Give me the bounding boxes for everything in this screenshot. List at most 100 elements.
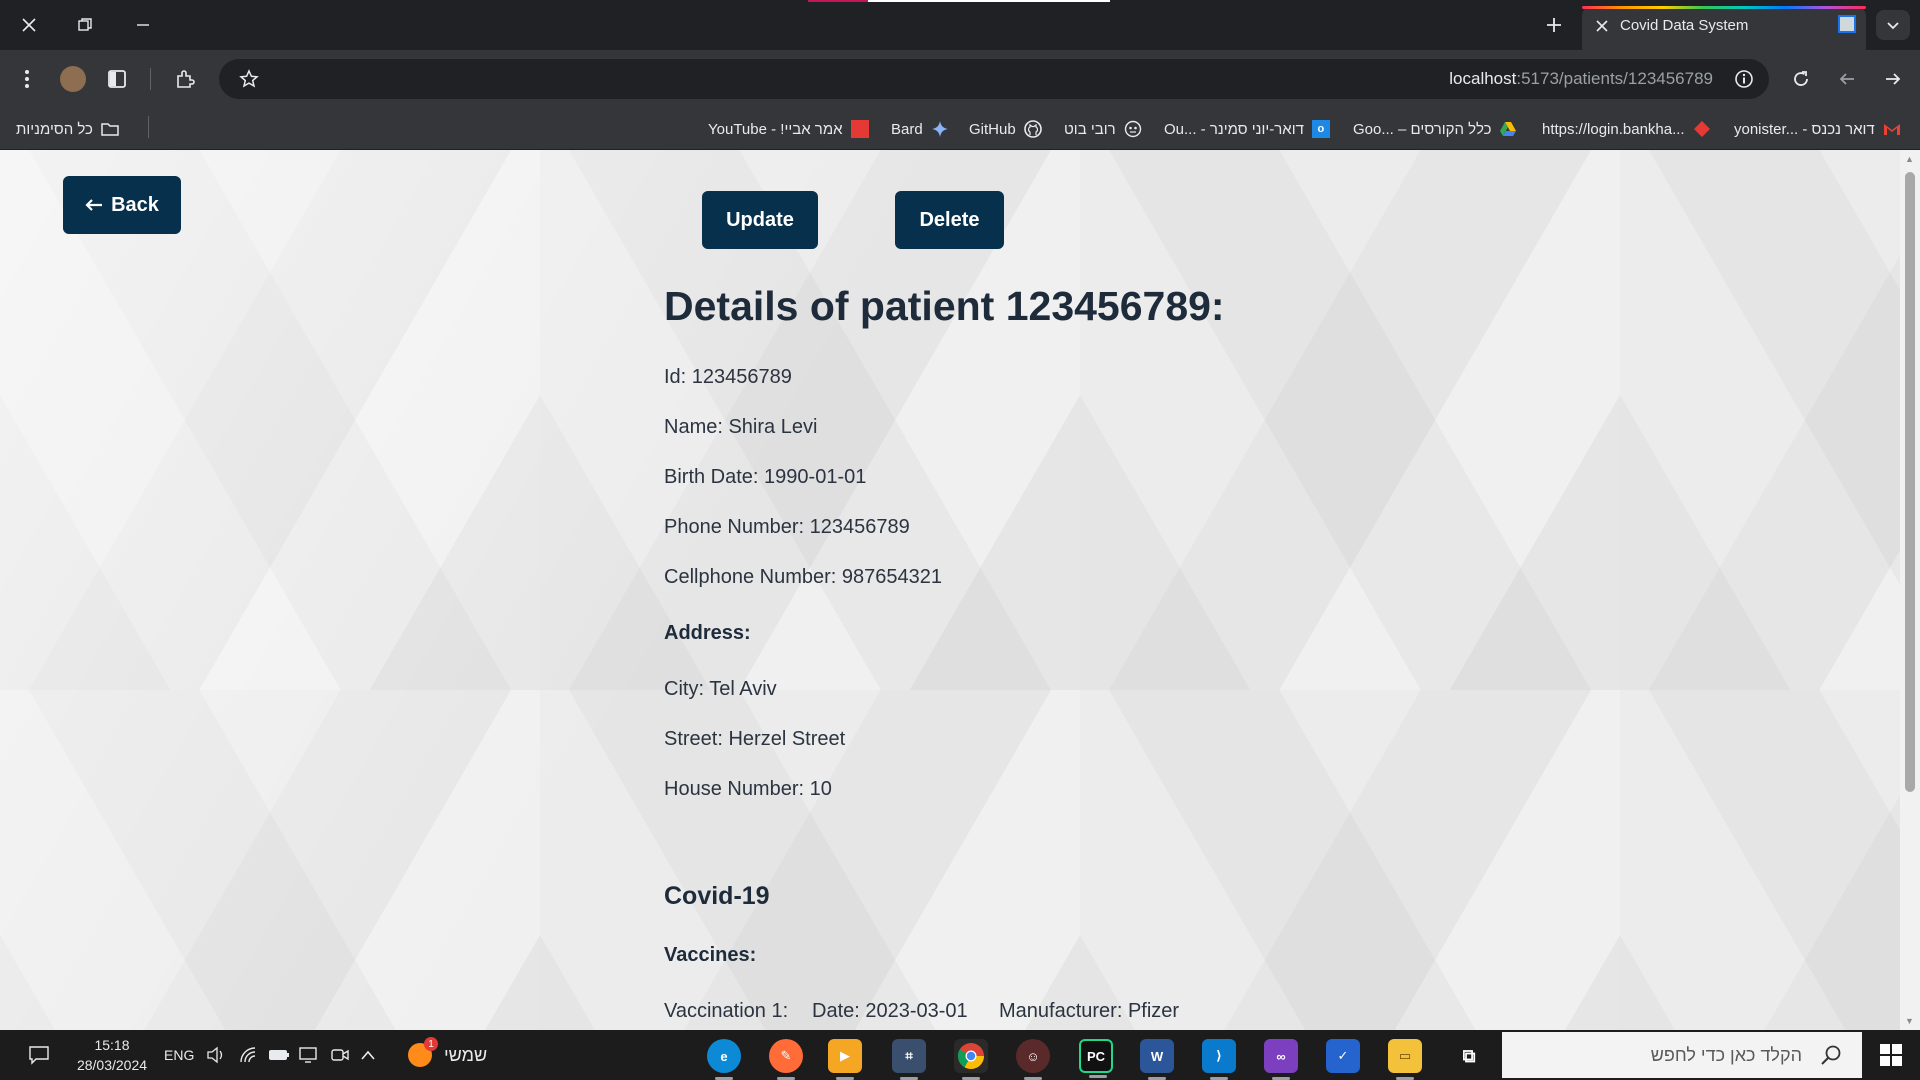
vscode-app[interactable]: ⟩ xyxy=(1202,1039,1236,1080)
postman-app[interactable]: ✎ xyxy=(769,1039,803,1080)
update-button[interactable]: Update xyxy=(702,191,818,249)
word-app[interactable]: W xyxy=(1140,1039,1174,1080)
all-bookmarks-label: כל הסימניות xyxy=(16,120,93,138)
extensions-icon[interactable] xyxy=(170,64,200,94)
scrollbar-thumb[interactable] xyxy=(1905,172,1915,792)
window-minimize-icon[interactable] xyxy=(128,10,158,40)
bookmark-label: yonister... - דואר נכנס xyxy=(1734,120,1875,138)
clock-date: 28/03/2024 xyxy=(76,1057,148,1073)
drive-icon xyxy=(1500,122,1517,136)
battery-icon[interactable] xyxy=(268,1045,290,1065)
browser-titlebar: Covid Data System xyxy=(0,0,1920,50)
red-diamond-icon xyxy=(1693,121,1710,137)
browser-menu-icon[interactable] xyxy=(12,64,42,94)
bookmark-label: Ou... - דואר-יוני סמינר xyxy=(1164,120,1304,138)
github-icon xyxy=(1023,120,1042,138)
bookmark-star-icon[interactable] xyxy=(237,67,261,91)
window-close-icon[interactable] xyxy=(14,10,44,40)
folder-icon xyxy=(101,123,119,136)
bookmark-bank[interactable]: https://login.bankha... xyxy=(1542,119,1711,139)
bookmark-label: YouTube - !אמר אביי xyxy=(708,120,843,138)
edge-app[interactable]: e xyxy=(707,1039,741,1080)
scroll-down-icon[interactable]: ▼ xyxy=(1905,1016,1914,1026)
bookmark-youtube[interactable]: YouTube - !אמר אביי xyxy=(708,119,869,139)
file-explorer-app[interactable]: ▭ xyxy=(1388,1039,1422,1080)
todo-app[interactable]: ✓ xyxy=(1326,1039,1360,1073)
bookmark-label: Bard xyxy=(891,120,923,138)
url-path: :5173/patients/123456789 xyxy=(1516,69,1713,88)
back-button-label: Back xyxy=(111,193,159,216)
tab-title: Covid Data System xyxy=(1620,17,1749,34)
weather-badge: 1 xyxy=(424,1037,438,1051)
all-bookmarks-folder[interactable]: כל הסימניות xyxy=(16,119,119,139)
visual-studio-app[interactable]: ∞ xyxy=(1264,1039,1298,1080)
bookmark-robot[interactable]: רובי בוט xyxy=(1064,119,1142,139)
tab-search-chevron-icon[interactable] xyxy=(1876,10,1910,40)
window-restore-icon[interactable] xyxy=(70,10,100,40)
outlook-icon: o xyxy=(1311,120,1330,138)
clock-time: 15:18 xyxy=(94,1037,130,1053)
volume-icon[interactable] xyxy=(206,1045,226,1065)
field-phone: Phone Number: 123456789 xyxy=(664,516,910,538)
back-nav-icon[interactable] xyxy=(1832,64,1862,94)
tab-close-icon[interactable] xyxy=(1592,16,1612,36)
taskbar-search-box[interactable]: הקלד כאן כדי לחפש xyxy=(1502,1032,1862,1078)
profile-avatar[interactable] xyxy=(60,66,86,92)
clock[interactable]: 15:18 28/03/2024 xyxy=(72,1034,152,1076)
field-house-number: House Number: 10 xyxy=(664,778,832,800)
active-tab[interactable]: Covid Data System xyxy=(1582,6,1866,50)
scroll-up-icon[interactable]: ▲ xyxy=(1905,154,1914,164)
task-view-app[interactable]: ⧉ xyxy=(1452,1039,1486,1073)
bookmark-label: https://login.bankha... xyxy=(1542,120,1685,138)
red-square-icon xyxy=(850,120,869,138)
language-indicator[interactable]: ENG xyxy=(164,1045,194,1065)
pycharm-app[interactable]: PC xyxy=(1079,1039,1113,1078)
url-text: localhost:5173/patients/123456789 xyxy=(1449,69,1713,89)
reload-icon[interactable] xyxy=(1786,64,1816,94)
gmail-icon xyxy=(1883,124,1900,135)
back-button[interactable]: Back xyxy=(63,176,181,234)
field-city: City: Tel Aviv xyxy=(664,678,777,700)
side-panel-icon[interactable] xyxy=(102,64,132,94)
notifications-icon[interactable] xyxy=(28,1045,50,1065)
chevron-up-icon[interactable] xyxy=(360,1045,376,1065)
weather-widget[interactable]: 1 שמשי xyxy=(408,1037,488,1067)
bookmark-github[interactable]: GitHub xyxy=(969,119,1042,139)
field-birth-date: Birth Date: 1990-01-01 xyxy=(664,466,867,488)
wifi-icon[interactable] xyxy=(238,1045,258,1065)
network-icon[interactable] xyxy=(298,1045,318,1065)
tab-loading-bar-accent xyxy=(808,0,868,2)
url-host: localhost xyxy=(1449,69,1517,88)
field-cellphone: Cellphone Number: 987654321 xyxy=(664,566,942,588)
site-info-icon[interactable] xyxy=(1733,68,1755,90)
bookmark-bard[interactable]: Bard xyxy=(891,119,949,139)
vaccines-heading: Vaccines: xyxy=(664,944,757,966)
bookmark-drive[interactable]: Goo... – כלל הקורסים xyxy=(1353,119,1517,139)
chrome-icon xyxy=(957,1043,985,1070)
bookmark-outlook[interactable]: Ou... - דואר-יוני סמינר o xyxy=(1164,119,1330,139)
media-player-app[interactable]: ▶ xyxy=(828,1039,862,1080)
windows-start-icon[interactable] xyxy=(1862,1030,1920,1080)
robot-icon xyxy=(1124,120,1141,138)
forward-nav-icon[interactable] xyxy=(1878,64,1908,94)
bookmark-gmail[interactable]: yonister... - דואר נכנס xyxy=(1734,119,1901,139)
toolbar-divider xyxy=(150,68,151,90)
address-bar[interactable]: localhost:5173/patients/123456789 xyxy=(219,59,1769,99)
taskbar-search-placeholder: הקלד כאן כדי לחפש xyxy=(1650,1045,1802,1065)
field-name: Name: Shira Levi xyxy=(664,416,818,438)
vaccination-row: Vaccination 1: Date: 2023-03-01 Manufactur… xyxy=(664,1000,1179,1023)
sql-server-app[interactable]: ⌗ xyxy=(892,1039,926,1080)
chrome-app[interactable] xyxy=(954,1039,988,1080)
vaccination-manufacturer: Manufacturer: Pfizer xyxy=(999,1000,1180,1022)
assistant-app[interactable]: ☺ xyxy=(1016,1039,1050,1080)
page-title: Details of patient 123456789: xyxy=(664,283,1225,329)
delete-button[interactable]: Delete xyxy=(895,191,1004,249)
bookmarks-divider xyxy=(148,116,149,138)
page-scrollbar[interactable]: ▲ ▼ xyxy=(1900,150,1920,1030)
weather-label: שמשי xyxy=(444,1044,488,1065)
meet-now-icon[interactable] xyxy=(330,1045,350,1065)
update-button-label: Update xyxy=(726,208,794,231)
arrow-left-icon xyxy=(85,199,103,211)
tab-accent-strip xyxy=(1582,6,1866,9)
new-tab-button[interactable] xyxy=(1538,10,1570,40)
